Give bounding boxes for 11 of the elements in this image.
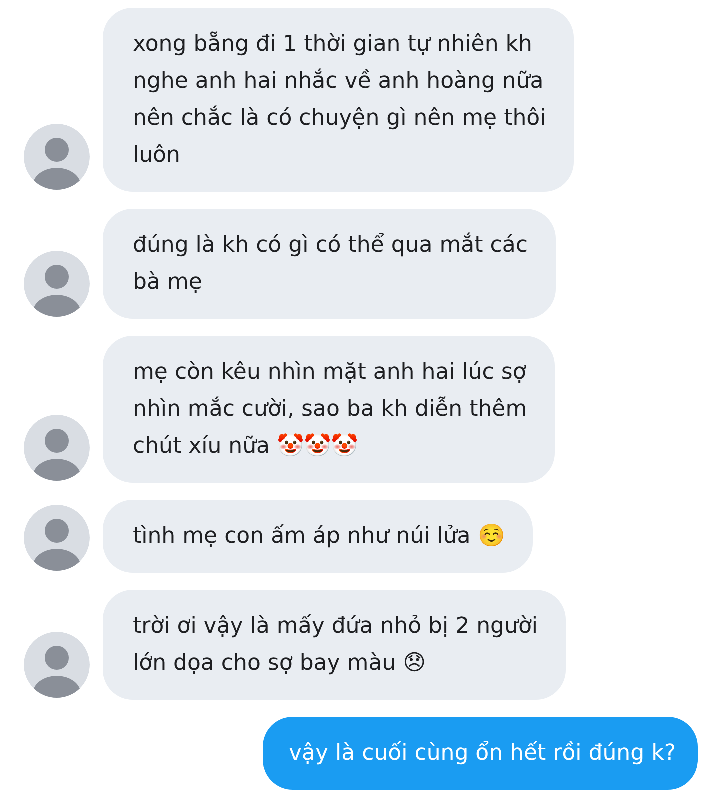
avatar-icon	[24, 505, 90, 571]
message-bubble: mẹ còn kêu nhìn mặt anh hai lúc sợ nhìn mắc cười, sao ba kh diễn thêm chút xíu nữa 🤡🤡🤡	[103, 336, 556, 483]
avatar-icon	[24, 251, 90, 317]
message-bubble: xong bẵng đi 1 thời gian tự nhiên kh nghe anh hai nhắc về anh hoàng nữa nên chắc là có chuyện gì nên mẹ thôi luôn	[103, 8, 574, 192]
message-bubble: đúng là kh có gì có thể qua mắt các bà mẹ	[103, 209, 556, 319]
message-bubble: vậy là cuối cùng ổn hết rồi đúng k?	[263, 717, 698, 790]
message-bubble: trời ơi vậy là mấy đứa nhỏ bị 2 người lớn dọa cho sợ bay màu 😞	[103, 590, 566, 700]
avatar-icon	[24, 124, 90, 190]
avatar-icon	[24, 415, 90, 481]
message-bubble: tình mẹ con ấm áp như núi lửa ☺	[103, 500, 533, 573]
avatar-icon	[24, 632, 90, 698]
